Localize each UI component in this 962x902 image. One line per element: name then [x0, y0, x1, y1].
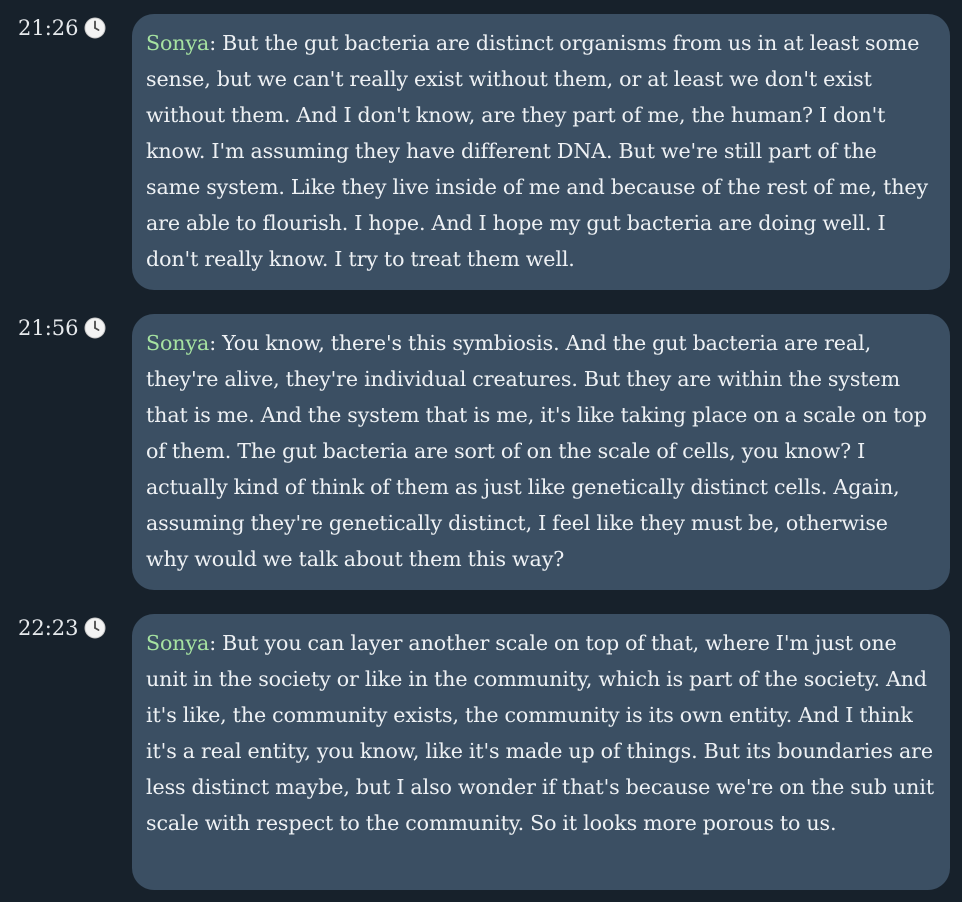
- message-text: But the gut bacteria are distinct organi…: [146, 31, 929, 271]
- speaker-separator: :: [209, 31, 223, 55]
- speaker-name: Sonya: [146, 331, 210, 355]
- message-timestamp: 22:23: [18, 616, 106, 640]
- speaker-separator: :: [209, 631, 223, 655]
- message-text: But you can layer another scale on top o…: [146, 631, 935, 835]
- clock-icon: [84, 617, 106, 639]
- message-timestamp: 21:56: [18, 316, 106, 340]
- speaker-separator: :: [209, 331, 223, 355]
- message-bubble: Sonya: But you can layer another scale o…: [132, 614, 950, 890]
- timestamp-text: 21:26: [18, 16, 79, 40]
- speaker-name: Sonya: [146, 31, 210, 55]
- message-text: You know, there's this symbiosis. And th…: [146, 331, 927, 571]
- speaker-name: Sonya: [146, 631, 210, 655]
- timestamp-text: 21:56: [18, 316, 79, 340]
- timestamp-text: 22:23: [18, 616, 79, 640]
- message-timestamp: 21:26: [18, 16, 106, 40]
- message-bubble: Sonya: But the gut bacteria are distinct…: [132, 14, 950, 290]
- clock-icon: [84, 317, 106, 339]
- clock-icon: [84, 17, 106, 39]
- message-bubble: Sonya: You know, there's this symbiosis.…: [132, 314, 950, 590]
